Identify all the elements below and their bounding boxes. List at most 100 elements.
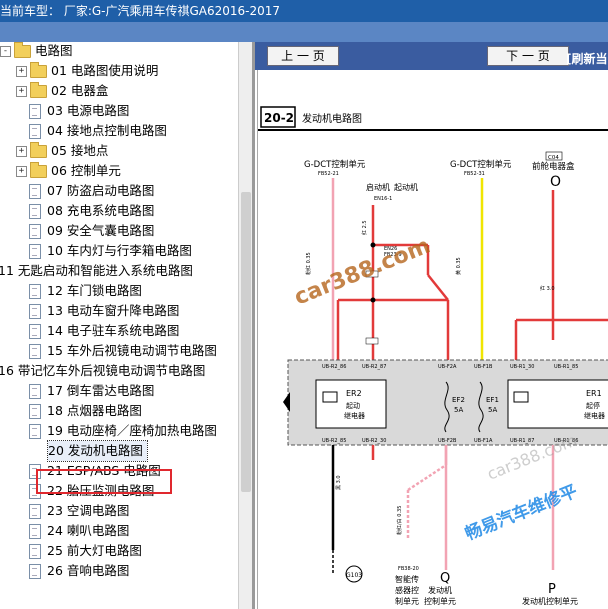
tree-item[interactable]: 08 充电系统电路图 [16,201,154,221]
document-viewer: 上 一 页 下 一 页 [刷新当 20-2 发动机电路图 G-DCT控制单元 F… [255,42,608,609]
tree-item[interactable]: +05 接地点 [16,141,108,161]
tree-item[interactable]: 20 发动机电路图 [47,440,148,462]
document-icon [29,224,41,239]
pin-ub-r2-30: UB-R2_30 [362,438,386,444]
tree-item-label: 13 电动车窗升降电路图 [47,303,180,318]
wire-label-pink-white: 粉红/白 0.35 [396,506,403,535]
tree-item[interactable]: 12 车门锁电路图 [16,281,142,301]
tree-item-label: 07 防盗启动电路图 [47,183,155,198]
wire-red-diagonal [427,274,449,301]
tree-item-label: 14 电子驻车系统电路图 [47,323,180,338]
tree-item[interactable]: 23 空调电路图 [16,501,129,521]
tree-item[interactable]: 17 倒车雷达电路图 [16,381,154,401]
front-box-label: 前舱电器盒 [532,161,575,172]
tree-item[interactable]: +02 电器盒 [16,81,108,101]
tree-item-label: 26 音响电路图 [47,563,130,578]
document-icon [29,384,41,399]
tree-item-label: 05 接地点 [51,143,109,158]
tree-item-label: 16 带记忆车外后视镜电动调节电路图 [0,363,206,378]
tree-item[interactable]: 24 喇叭电路图 [16,521,129,541]
smart-sensor-2: 感器控 [395,585,419,595]
document-icon [29,184,41,199]
document-icon [29,544,41,559]
tree-item-label: 10 车内灯与行李箱电路图 [47,243,192,258]
document-icon [29,564,41,579]
tree-item[interactable]: 26 音响电路图 [16,561,129,581]
splice-dot-2 [370,297,376,303]
tree-view[interactable]: - 电路图 +01 电路图使用说明 +02 电器盒 03 电源电路图 04 接地点控制电路… [0,42,238,609]
tree-item[interactable]: 11 无匙启动和智能进入系统电路图 [0,261,193,281]
tree-item-label: 20 发动机电路图 [48,443,143,458]
tree-item-label: 11 无匙启动和智能进入系统电路图 [0,263,193,278]
window-title-bar: 当前车型： 厂家:G-广汽乘用车传祺GA62016-2017 [0,0,608,22]
tree-item-label: 电路图 [35,43,73,58]
pin-ub-r1-87: UB-R1_87 [510,438,534,444]
folder-icon [30,142,47,158]
starter-label: 启动机 [366,182,390,192]
tree-item-label: 06 控制单元 [51,163,121,178]
tree-item[interactable]: 15 车外后视镜电动调节电路图 [16,341,217,361]
pin-ub-f2b: UB-F2B [438,438,457,444]
tree-item[interactable]: 16 带记忆车外后视镜电动调节电路图 [0,361,205,381]
ground-g103-label: G103 [346,572,362,579]
relay-er1-id: ER1 [586,389,602,398]
pin-ub-r2-87: UB-R2_87 [362,364,386,370]
relay-er1-name-1: 起停 [586,401,600,410]
pin-ub-r2-85: UB-R2_85 [322,438,346,444]
document-icon [29,124,41,139]
refresh-link[interactable]: [刷新当 [566,50,608,67]
left-arrow-marker [283,392,290,412]
tree-item[interactable]: +01 电路图使用说明 [16,61,158,81]
document-icon [29,104,41,119]
document-icon [29,424,41,439]
document-icon [29,284,41,299]
tree-item-label: 23 空调电路图 [47,503,130,518]
terminal-q: Q [440,571,450,586]
tree-item-label: 12 车门锁电路图 [47,283,142,298]
expand-icon[interactable]: + [16,86,27,97]
folder-icon [30,82,47,98]
smart-sensor-1: 智能传 [395,574,419,584]
scrollbar-thumb[interactable] [241,192,251,492]
wire-label-black: 黑 3.0 [336,475,342,490]
pin-ub-f1b: UB-F1B [474,364,493,370]
tree-item[interactable]: 25 前大灯电路图 [16,541,142,561]
prev-page-button[interactable]: 上 一 页 [267,46,339,66]
front-box-pin: C04 [548,155,559,161]
collapse-icon[interactable]: - [0,46,11,57]
tree-item-label: 04 接地点控制电路图 [47,123,167,138]
tree-scrollbar[interactable] [238,42,253,609]
terminal-o: O [550,174,561,190]
tree-item-label: 17 倒车雷达电路图 [47,383,155,398]
tree-item[interactable]: 09 安全气囊电路图 [16,221,154,241]
smart-sensor-3: 制单元 [395,596,419,606]
tree-item[interactable]: +06 控制单元 [16,161,121,181]
tree-item-label: 19 电动座椅／座椅加热电路图 [47,423,217,438]
tree-item[interactable]: 07 防盗启动电路图 [16,181,154,201]
en-pin-label: EN16-1 [374,196,392,202]
relay-er2-name-2: 继电器 [344,411,365,420]
document-icon [29,504,41,519]
tree-item[interactable]: 04 接地点控制电路图 [16,121,167,141]
window-title: 当前车型： 厂家:G-广汽乘用车传祺GA62016-2017 [0,4,281,18]
document-icon [29,344,41,359]
tree-item[interactable]: 10 车内灯与行李箱电路图 [16,241,192,261]
expand-icon[interactable]: + [16,166,27,177]
dct-unit-label-1: G-DCT控制单元 [304,159,366,170]
selection-highlight-box [36,469,172,494]
terminal-q-name-1: 发动机 [428,585,452,595]
tree-item[interactable]: 19 电动座椅／座椅加热电路图 [16,421,217,441]
tree-item[interactable]: 14 电子驻车系统电路图 [16,321,179,341]
expand-icon[interactable]: + [16,66,27,77]
tree-item[interactable]: 18 点烟器电路图 [16,401,142,421]
section-title: 发动机电路图 [302,112,362,125]
dct-pin-label-1: FB52-21 [318,171,339,177]
tree-item[interactable]: - 电路图 [0,42,73,61]
fb38-label: FB38-20 [398,566,419,572]
wiring-diagram: 20-2 发动机电路图 G-DCT控制单元 FB52-21 G-DCT控制单元 … [258,106,608,606]
toolbar-strip [0,22,608,42]
tree-item[interactable]: 13 电动车窗升降电路图 [16,301,179,321]
tree-item[interactable]: 03 电源电路图 [16,101,129,121]
expand-icon[interactable]: + [16,146,27,157]
next-page-button[interactable]: 下 一 页 [487,46,569,66]
